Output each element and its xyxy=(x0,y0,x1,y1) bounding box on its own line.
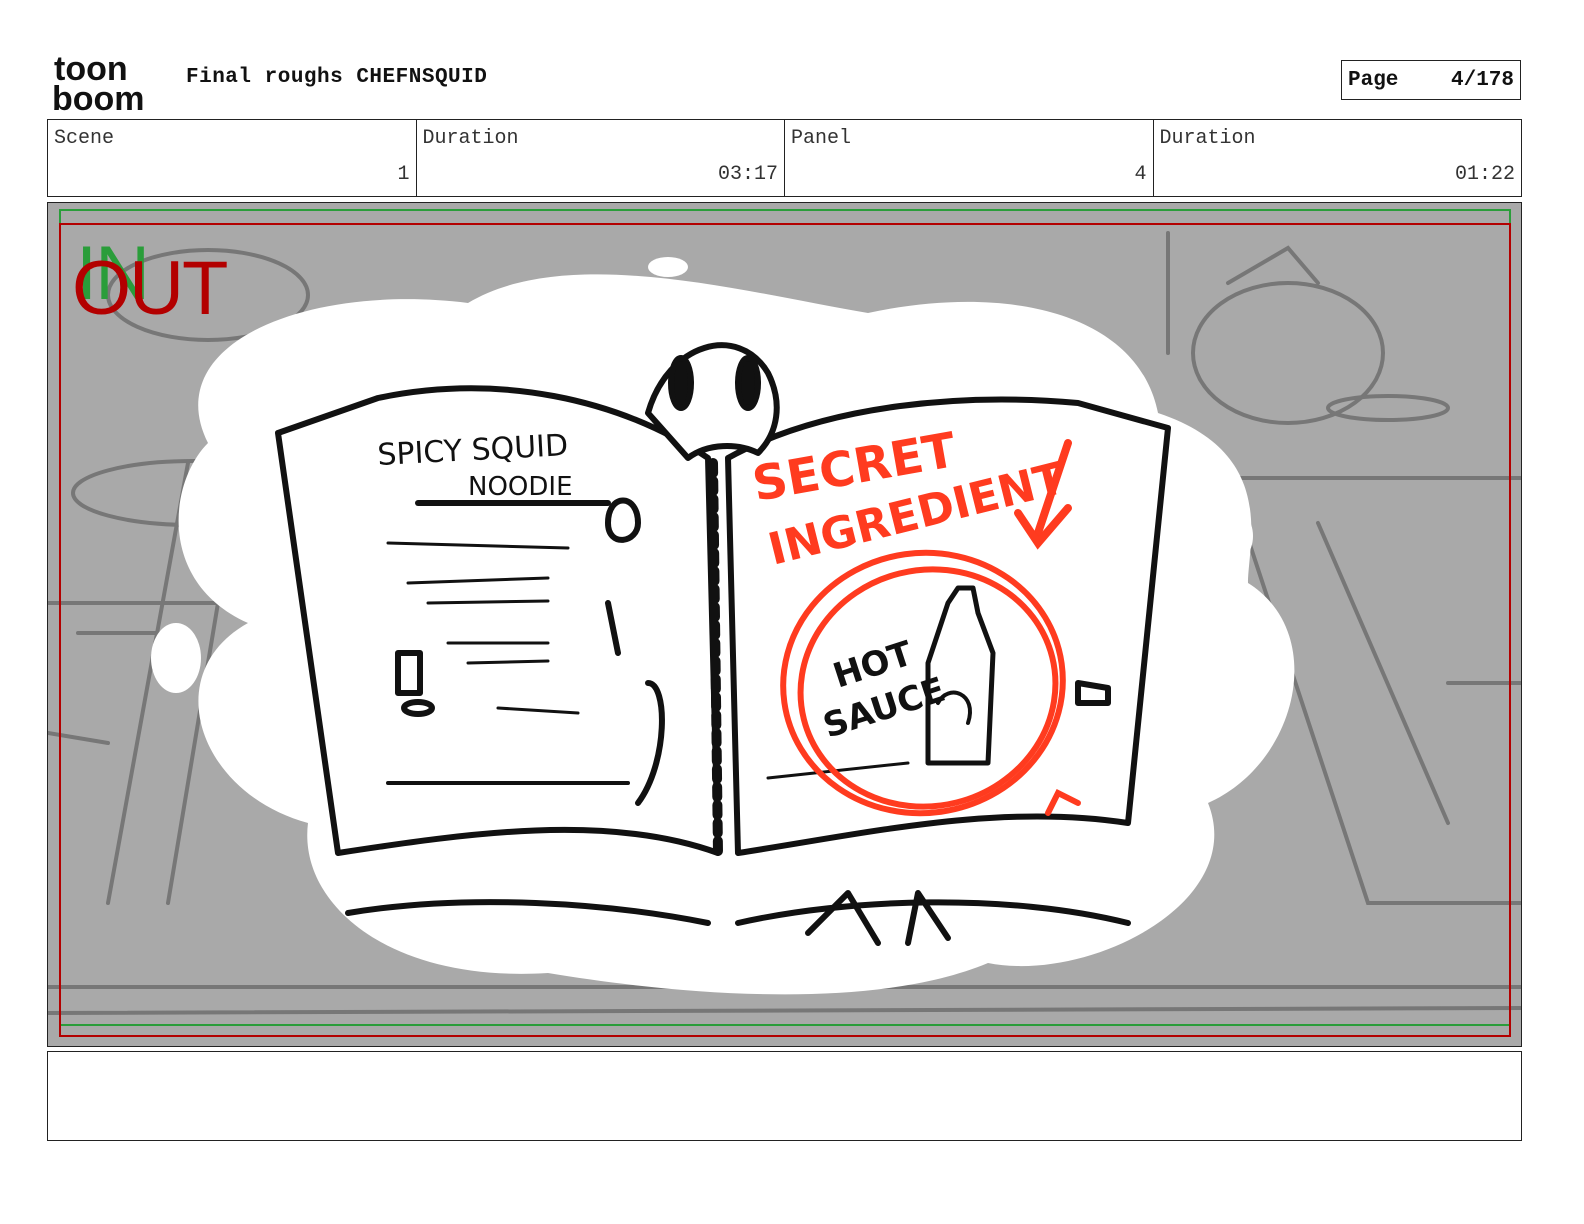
scene-duration-cell: Duration 03:17 xyxy=(417,120,785,196)
scene-cell: Scene 1 xyxy=(48,120,417,196)
document-title: Final roughs CHEFNSQUID xyxy=(186,66,488,89)
scene-duration-value: 03:17 xyxy=(717,163,778,186)
page-label: Page xyxy=(1348,68,1399,92)
panel-notes-box xyxy=(47,1051,1522,1141)
page-indicator: Page 4/178 xyxy=(1341,60,1521,100)
panel-label: Panel xyxy=(791,127,852,150)
book-left-title-2: NOODIE xyxy=(468,472,573,502)
scene-duration-label: Duration xyxy=(422,127,519,150)
scene-info-table: Scene 1 Duration 03:17 Panel 4 Duration … xyxy=(47,119,1522,197)
logo-text-bottom: boom xyxy=(52,80,145,114)
storyboard-panel: SPICY SQUID NOODIE SECRET INGREDIENT HOT… xyxy=(47,202,1522,1047)
panel-duration-label: Duration xyxy=(1159,127,1256,150)
toonboom-logo: toon boom xyxy=(52,52,164,114)
panel-drawing: SPICY SQUID NOODIE SECRET INGREDIENT HOT… xyxy=(48,203,1521,1046)
panel-duration-cell: Duration 01:22 xyxy=(1154,120,1522,196)
panel-duration-value: 01:22 xyxy=(1454,163,1515,186)
page-number: 4/178 xyxy=(1450,68,1514,92)
scene-value: 1 xyxy=(397,163,410,186)
panel-value: 4 xyxy=(1134,163,1147,186)
scene-label: Scene xyxy=(54,127,115,150)
out-marker: OUT xyxy=(72,246,228,331)
panel-cell: Panel 4 xyxy=(785,120,1154,196)
